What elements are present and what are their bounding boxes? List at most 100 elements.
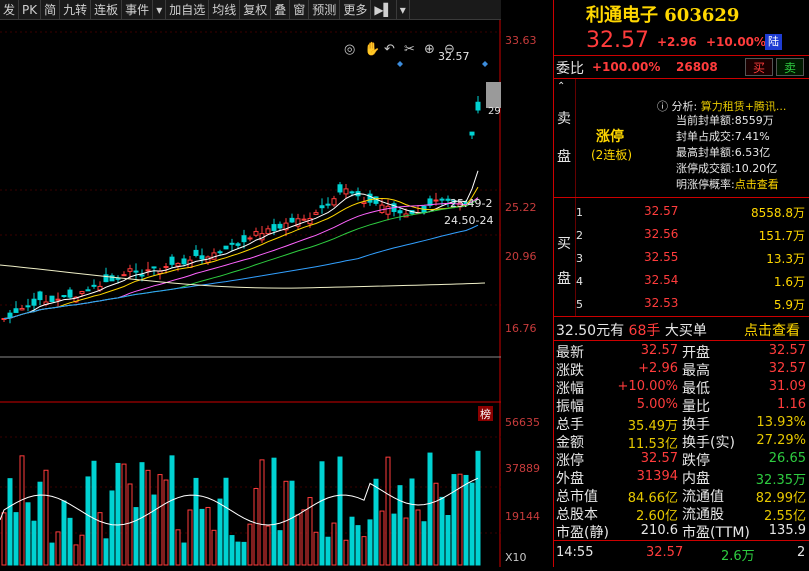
candle xyxy=(67,289,73,298)
candle xyxy=(343,188,349,195)
volume-bar xyxy=(109,490,115,566)
volume-bar xyxy=(271,457,277,566)
buy-button[interactable]: 买 xyxy=(745,58,773,76)
volume-bar xyxy=(427,452,433,566)
sell-button[interactable]: 卖 xyxy=(776,58,804,76)
volume-bar xyxy=(295,514,301,566)
candle xyxy=(25,305,31,308)
order-price: 32.57 xyxy=(644,204,679,218)
volume-bar xyxy=(265,525,271,566)
hand-icon: ✋ xyxy=(364,41,380,57)
candle xyxy=(133,270,139,273)
volume-bar xyxy=(331,522,337,566)
candle xyxy=(193,249,199,256)
toolbar-item-12[interactable]: 预测 xyxy=(309,0,341,20)
volume-bar xyxy=(283,480,289,566)
volume-bar xyxy=(217,498,223,566)
volume-bar xyxy=(445,515,451,566)
candle xyxy=(31,298,37,306)
toolbar-item-10[interactable]: 叠 xyxy=(271,0,291,20)
stat-label: 外盘 xyxy=(556,471,584,487)
stat-label: 最高 xyxy=(682,363,710,379)
candle xyxy=(433,199,439,202)
toolbar-item-7[interactable]: 加自选 xyxy=(166,0,210,20)
toolbar-item-8[interactable]: 均线 xyxy=(209,0,241,20)
toolbar-item-14[interactable]: ▶▌ xyxy=(371,0,397,20)
price-tick-label: 29. xyxy=(488,106,501,117)
volume-bar xyxy=(127,483,133,566)
stat-label: 跌停 xyxy=(682,453,710,469)
ma-value-label: 24.50-24 xyxy=(444,214,493,227)
candle xyxy=(337,184,343,193)
commission-ratio: +100.00% xyxy=(592,60,661,74)
toolbar-item-6[interactable]: ▾ xyxy=(153,0,167,20)
toolbar-item-3[interactable]: 九转 xyxy=(60,0,92,20)
stat-label: 涨跌 xyxy=(556,363,584,379)
stat-label: 涨幅 xyxy=(556,381,584,397)
volume-bar xyxy=(403,517,409,566)
limit-info-row: 当前封单额:8559万 xyxy=(676,114,774,127)
stat-value: 35.49万 xyxy=(627,419,678,434)
candle xyxy=(37,291,43,301)
stat-value: 82.99亿 xyxy=(755,491,806,506)
candle xyxy=(91,284,97,287)
price-change-pct: +10.00% xyxy=(706,35,767,49)
order-price: 32.56 xyxy=(644,227,679,241)
collapse-arrow-icon[interactable]: ⌃ xyxy=(557,81,565,92)
candle xyxy=(385,205,391,215)
stat-value: 32.57 xyxy=(768,361,806,376)
stat-value: 135.9 xyxy=(768,523,806,538)
volume-bar xyxy=(13,512,19,566)
big-order-row[interactable]: 32.50元有 68手 大买单 xyxy=(556,320,707,340)
limit-info-row: 封单占成交:7.41% xyxy=(676,130,770,143)
big-order-link[interactable]: 点击查看 xyxy=(744,320,800,340)
volume-bar xyxy=(259,459,265,566)
volume-bar xyxy=(337,456,343,566)
tick-count: 2 xyxy=(797,545,806,560)
volume-bar xyxy=(277,530,283,566)
stat-value: 5.00% xyxy=(636,397,678,412)
candle xyxy=(235,243,241,246)
volume-bar xyxy=(121,463,127,566)
order-volume: 1.6万 xyxy=(773,275,805,289)
volume-bar xyxy=(7,478,13,566)
vol-scale-label: X10 xyxy=(505,551,527,564)
toolbar-item-1[interactable]: PK xyxy=(19,0,42,20)
candle xyxy=(175,262,181,267)
stat-value: 84.66亿 xyxy=(627,491,678,506)
kline-chart[interactable]: 32.5729.28.9625.49-224.50-24榜◎✋↶✂⊕⊖ xyxy=(0,20,553,567)
stat-label: 流通股 xyxy=(682,507,724,523)
order-price: 32.53 xyxy=(644,296,679,310)
volume-bar xyxy=(253,487,259,566)
limit-up-count: (2连板) xyxy=(591,148,632,162)
stat-label: 量比 xyxy=(682,399,710,415)
candle xyxy=(55,298,61,301)
volume-bar xyxy=(31,520,37,566)
volume-bar xyxy=(115,462,121,566)
candle xyxy=(49,295,55,302)
volume-bar xyxy=(55,531,61,566)
vol-label-low: 19144 xyxy=(505,510,540,523)
stat-value: 31394 xyxy=(636,469,678,484)
toolbar-item-9[interactable]: 复权 xyxy=(240,0,272,20)
order-level: 4 xyxy=(576,275,583,288)
tick-volume: 2.6万 xyxy=(721,549,755,564)
toolbar-item-0[interactable]: 发 xyxy=(0,0,20,20)
limit-info-row[interactable]: 明涨停概率:点击查看 xyxy=(676,176,779,192)
toolbar-item-4[interactable]: 连板 xyxy=(91,0,123,20)
toolbar-item-2[interactable]: 简 xyxy=(41,0,61,20)
buy-side-label-1: 买 xyxy=(557,236,571,252)
stat-label: 流通值 xyxy=(682,489,724,505)
toolbar-item-13[interactable]: 更多 xyxy=(340,0,372,20)
zoom-out-icon: ⊖ xyxy=(444,42,455,57)
toolbar-item-11[interactable]: 窗 xyxy=(290,0,310,20)
candle xyxy=(85,289,91,292)
candle xyxy=(145,269,151,272)
toolbar-item-15[interactable]: ▾ xyxy=(397,0,410,20)
toolbar-item-5[interactable]: 事件 xyxy=(122,0,154,20)
candle xyxy=(277,223,283,229)
info-icon: ⓘ xyxy=(657,100,672,113)
kline-chart-area[interactable]: 32.5729.28.9625.49-224.50-24榜◎✋↶✂⊕⊖ 33.6… xyxy=(0,20,553,567)
candle xyxy=(247,237,253,240)
chart-toolbar: 发 PK 简九转 连板 事件 ▾ 加自选 均线 复权叠窗预测 更多 ▶▌ ▾ xyxy=(0,0,501,20)
